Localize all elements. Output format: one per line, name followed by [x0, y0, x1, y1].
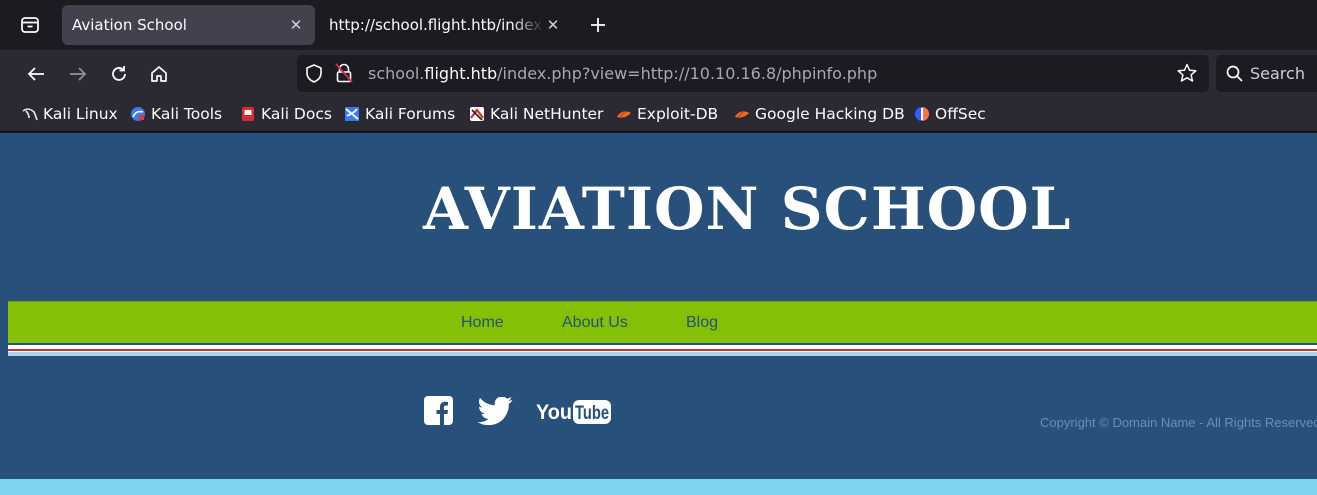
bookmarks-toolbar: Kali Linux Kali Tools Kali Docs Kali For…	[0, 98, 1317, 132]
kali-docs-icon	[242, 107, 254, 121]
tab-title: Aviation School	[72, 16, 187, 34]
copyright-text: Copyright © Domain Name - All Rights Res…	[1040, 415, 1317, 430]
search-placeholder: Search	[1250, 64, 1305, 83]
bookmark-label: Exploit-DB	[637, 105, 719, 123]
tab-aviation-school[interactable]: Aviation School ✕	[62, 5, 315, 45]
reload-icon	[112, 66, 126, 81]
bookmark-label: Kali Forums	[365, 105, 456, 123]
bookmark-kali-tools[interactable]: Kali Tools	[130, 104, 222, 124]
tab-bar: Aviation School ✕ http://school.flight.h…	[0, 0, 1317, 50]
bookmark-kali-forums[interactable]: Kali Forums	[344, 104, 455, 124]
bookmark-label: Kali Tools	[151, 105, 223, 123]
youtube-link[interactable]: You Tube	[536, 397, 620, 431]
menu-item-about-us[interactable]: About Us	[562, 314, 628, 332]
bookmark-kali-linux[interactable]: Kali Linux	[22, 104, 118, 124]
web-page: AVIATION SCHOOL Home About Us Blog You T…	[0, 133, 1317, 495]
arrow-right-icon	[70, 67, 87, 81]
main-menu: Home About Us Blog	[8, 301, 1317, 343]
tab-close-button[interactable]: ✕	[287, 16, 305, 34]
reload-button[interactable]	[107, 62, 131, 86]
home-icon	[151, 66, 167, 82]
search-icon	[1226, 65, 1243, 82]
bookmark-label: Kali NetHunter	[490, 105, 604, 123]
tab-close-button[interactable]: ✕	[544, 16, 562, 34]
facebook-link[interactable]	[424, 396, 453, 429]
kali-forums-icon	[345, 107, 359, 121]
tab-list-icon	[21, 17, 39, 33]
insecure-lock-icon[interactable]	[335, 63, 353, 83]
forward-button[interactable]	[66, 62, 90, 86]
twitter-link[interactable]	[473, 396, 517, 429]
url-text[interactable]: school.flight.htb/index.php?view=http://…	[368, 64, 877, 83]
youtube-icon: You Tube	[536, 400, 611, 424]
back-button[interactable]	[24, 62, 48, 86]
bookmark-label: Kali Linux	[43, 105, 118, 123]
youtube-tube-text: Tube	[575, 403, 609, 424]
url-path: /index.php?view=http://10.10.16.8/phpinf…	[497, 64, 878, 83]
offsec-icon	[915, 107, 929, 121]
bookmark-kali-nethunter[interactable]: Kali NetHunter	[469, 104, 603, 124]
new-tab-button[interactable]	[585, 12, 611, 38]
address-bar[interactable]: school.flight.htb/index.php?view=http://…	[297, 55, 1209, 92]
facebook-icon	[424, 396, 453, 425]
bookmark-kali-docs[interactable]: Kali Docs	[240, 104, 332, 124]
youtube-you-text: You	[536, 401, 572, 424]
plus-icon	[591, 18, 605, 32]
arrow-left-icon	[27, 67, 44, 81]
search-box[interactable]: Search	[1216, 55, 1317, 92]
site-title: AVIATION SCHOOL	[423, 175, 1072, 243]
kali-nethunter-icon	[470, 107, 484, 121]
kali-tools-icon	[131, 107, 145, 121]
ghdb-icon	[735, 111, 749, 118]
bookmark-exploit-db[interactable]: Exploit-DB	[616, 104, 718, 124]
bookmark-google-hacking-db[interactable]: Google Hacking DB	[734, 104, 905, 124]
bookmark-star-icon[interactable]	[1177, 63, 1197, 83]
tab-title: http://school.flight.htb/index.php?view=…	[329, 16, 544, 34]
tab-phpinfo-url[interactable]: http://school.flight.htb/index.php?view=…	[319, 5, 572, 45]
divider-blue-line	[8, 352, 1317, 356]
divider-red-line	[8, 349, 1317, 351]
tab-list-button[interactable]	[18, 13, 42, 37]
bookmark-label: Google Hacking DB	[755, 105, 905, 123]
url-subdomain: school.	[368, 64, 425, 83]
footer-bottom-bar	[0, 479, 1317, 495]
bookmark-label: OffSec	[935, 105, 986, 123]
navigation-toolbar: school.flight.htb/index.php?view=http://…	[0, 50, 1317, 98]
exploit-db-icon	[617, 111, 631, 118]
bookmark-offsec[interactable]: OffSec	[914, 104, 986, 124]
twitter-icon	[477, 396, 513, 426]
menu-item-home[interactable]: Home	[461, 314, 504, 332]
kali-dragon-icon	[22, 108, 38, 121]
menu-item-blog[interactable]: Blog	[686, 314, 718, 332]
bookmark-label: Kali Docs	[261, 105, 332, 123]
tracking-protection-shield-icon[interactable]	[305, 64, 323, 83]
url-host: flight.htb	[424, 64, 498, 83]
home-button[interactable]	[147, 62, 171, 86]
